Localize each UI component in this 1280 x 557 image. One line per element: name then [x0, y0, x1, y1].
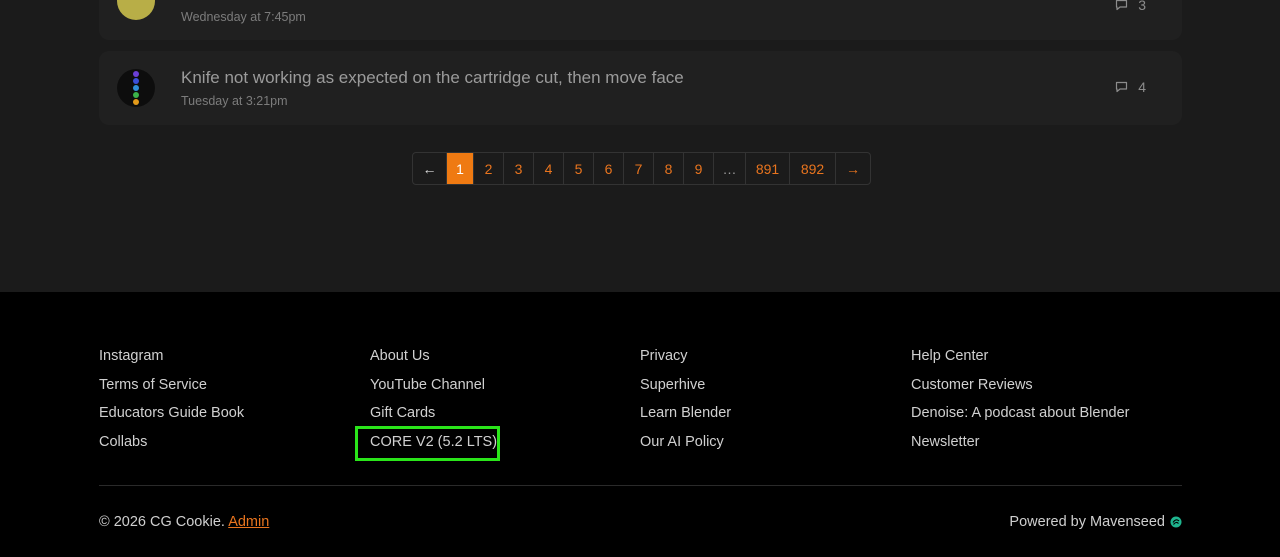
copyright-text: © 2026 CG Cookie. Admin — [99, 514, 269, 530]
mavenseed-logo-icon — [1170, 516, 1182, 528]
footer-divider — [99, 485, 1182, 486]
pagination-page-7[interactable]: 7 — [624, 153, 654, 184]
avatar-chakra-dot — [133, 71, 139, 77]
pagination-page-891[interactable]: 891 — [746, 153, 790, 184]
powered-by[interactable]: Powered by Mavenseed — [1009, 514, 1182, 530]
site-footer: Instagram Terms of Service Educators Gui… — [0, 292, 1280, 557]
footer-link-instagram[interactable]: Instagram — [99, 346, 244, 375]
footer-column: Instagram Terms of Service Educators Gui… — [99, 346, 244, 460]
footer-link-gift-cards[interactable]: Gift Cards — [370, 403, 497, 432]
thread-title[interactable]: Knife not working as expected on the car… — [181, 68, 684, 88]
footer-link-customer-reviews[interactable]: Customer Reviews — [911, 375, 1129, 404]
footer-link-help-center[interactable]: Help Center — [911, 346, 1129, 375]
pagination-page-4[interactable]: 4 — [534, 153, 564, 184]
thread-card[interactable]: Knife not working as expected on the car… — [99, 51, 1182, 125]
thread-card[interactable]: T Wednesday at 7:45pm 3 — [99, 0, 1182, 40]
pagination: ← 1 2 3 4 5 6 7 8 9 … 891 892 → — [412, 152, 871, 185]
thread-list-section: T Wednesday at 7:45pm 3 Knife not workin… — [0, 0, 1280, 292]
reply-count: 3 — [1115, 0, 1146, 13]
reply-count-value: 4 — [1138, 79, 1146, 95]
footer-column: Help Center Customer Reviews Denoise: A … — [911, 346, 1129, 460]
footer-column: Privacy Superhive Learn Blender Our AI P… — [640, 346, 731, 460]
footer-link-newsletter[interactable]: Newsletter — [911, 432, 1129, 461]
avatar — [117, 69, 155, 107]
footer-column: About Us YouTube Channel Gift Cards CORE… — [370, 346, 497, 460]
avatar-chakra-dot — [133, 92, 139, 98]
pagination-prev-button[interactable]: ← — [413, 153, 447, 184]
thread-timestamp: Tuesday at 3:21pm — [181, 94, 288, 108]
pagination-next-button[interactable]: → — [836, 153, 870, 184]
pagination-page-3[interactable]: 3 — [504, 153, 534, 184]
comment-icon — [1116, 0, 1128, 11]
avatar-initial: T — [117, 0, 155, 2]
avatar-chakra-dot — [133, 85, 139, 91]
avatar: T — [117, 0, 155, 20]
pagination-page-2[interactable]: 2 — [474, 153, 504, 184]
reply-count-value: 3 — [1138, 0, 1146, 13]
pagination-page-6[interactable]: 6 — [594, 153, 624, 184]
footer-link-superhive[interactable]: Superhive — [640, 375, 731, 404]
pagination-page-8[interactable]: 8 — [654, 153, 684, 184]
powered-by-label: Powered by Mavenseed — [1009, 514, 1165, 530]
footer-link-core-v2[interactable]: CORE V2 (5.2 LTS) — [370, 432, 497, 461]
footer-link-ai-policy[interactable]: Our AI Policy — [640, 432, 731, 461]
pagination-ellipsis: … — [714, 153, 746, 184]
comment-icon — [1116, 81, 1128, 93]
footer-link-collabs[interactable]: Collabs — [99, 432, 244, 461]
page: T Wednesday at 7:45pm 3 Knife not workin… — [0, 0, 1280, 557]
avatar-chakra-dot — [133, 78, 139, 84]
pagination-page-892[interactable]: 892 — [790, 153, 836, 184]
pagination-page-1[interactable]: 1 — [447, 153, 474, 184]
footer-link-learn-blender[interactable]: Learn Blender — [640, 403, 731, 432]
thread-timestamp: Wednesday at 7:45pm — [181, 10, 306, 24]
copyright-label: © 2026 CG Cookie. — [99, 514, 225, 530]
admin-link[interactable]: Admin — [228, 514, 269, 530]
footer-link-privacy[interactable]: Privacy — [640, 346, 731, 375]
reply-count: 4 — [1115, 79, 1146, 95]
footer-link-youtube[interactable]: YouTube Channel — [370, 375, 497, 404]
footer-link-about-us[interactable]: About Us — [370, 346, 497, 375]
footer-link-denoise-podcast[interactable]: Denoise: A podcast about Blender — [911, 403, 1129, 432]
pagination-page-5[interactable]: 5 — [564, 153, 594, 184]
footer-link-educators-guide[interactable]: Educators Guide Book — [99, 403, 244, 432]
pagination-page-9[interactable]: 9 — [684, 153, 714, 184]
avatar-chakra-dot — [133, 99, 139, 105]
footer-link-terms[interactable]: Terms of Service — [99, 375, 244, 404]
